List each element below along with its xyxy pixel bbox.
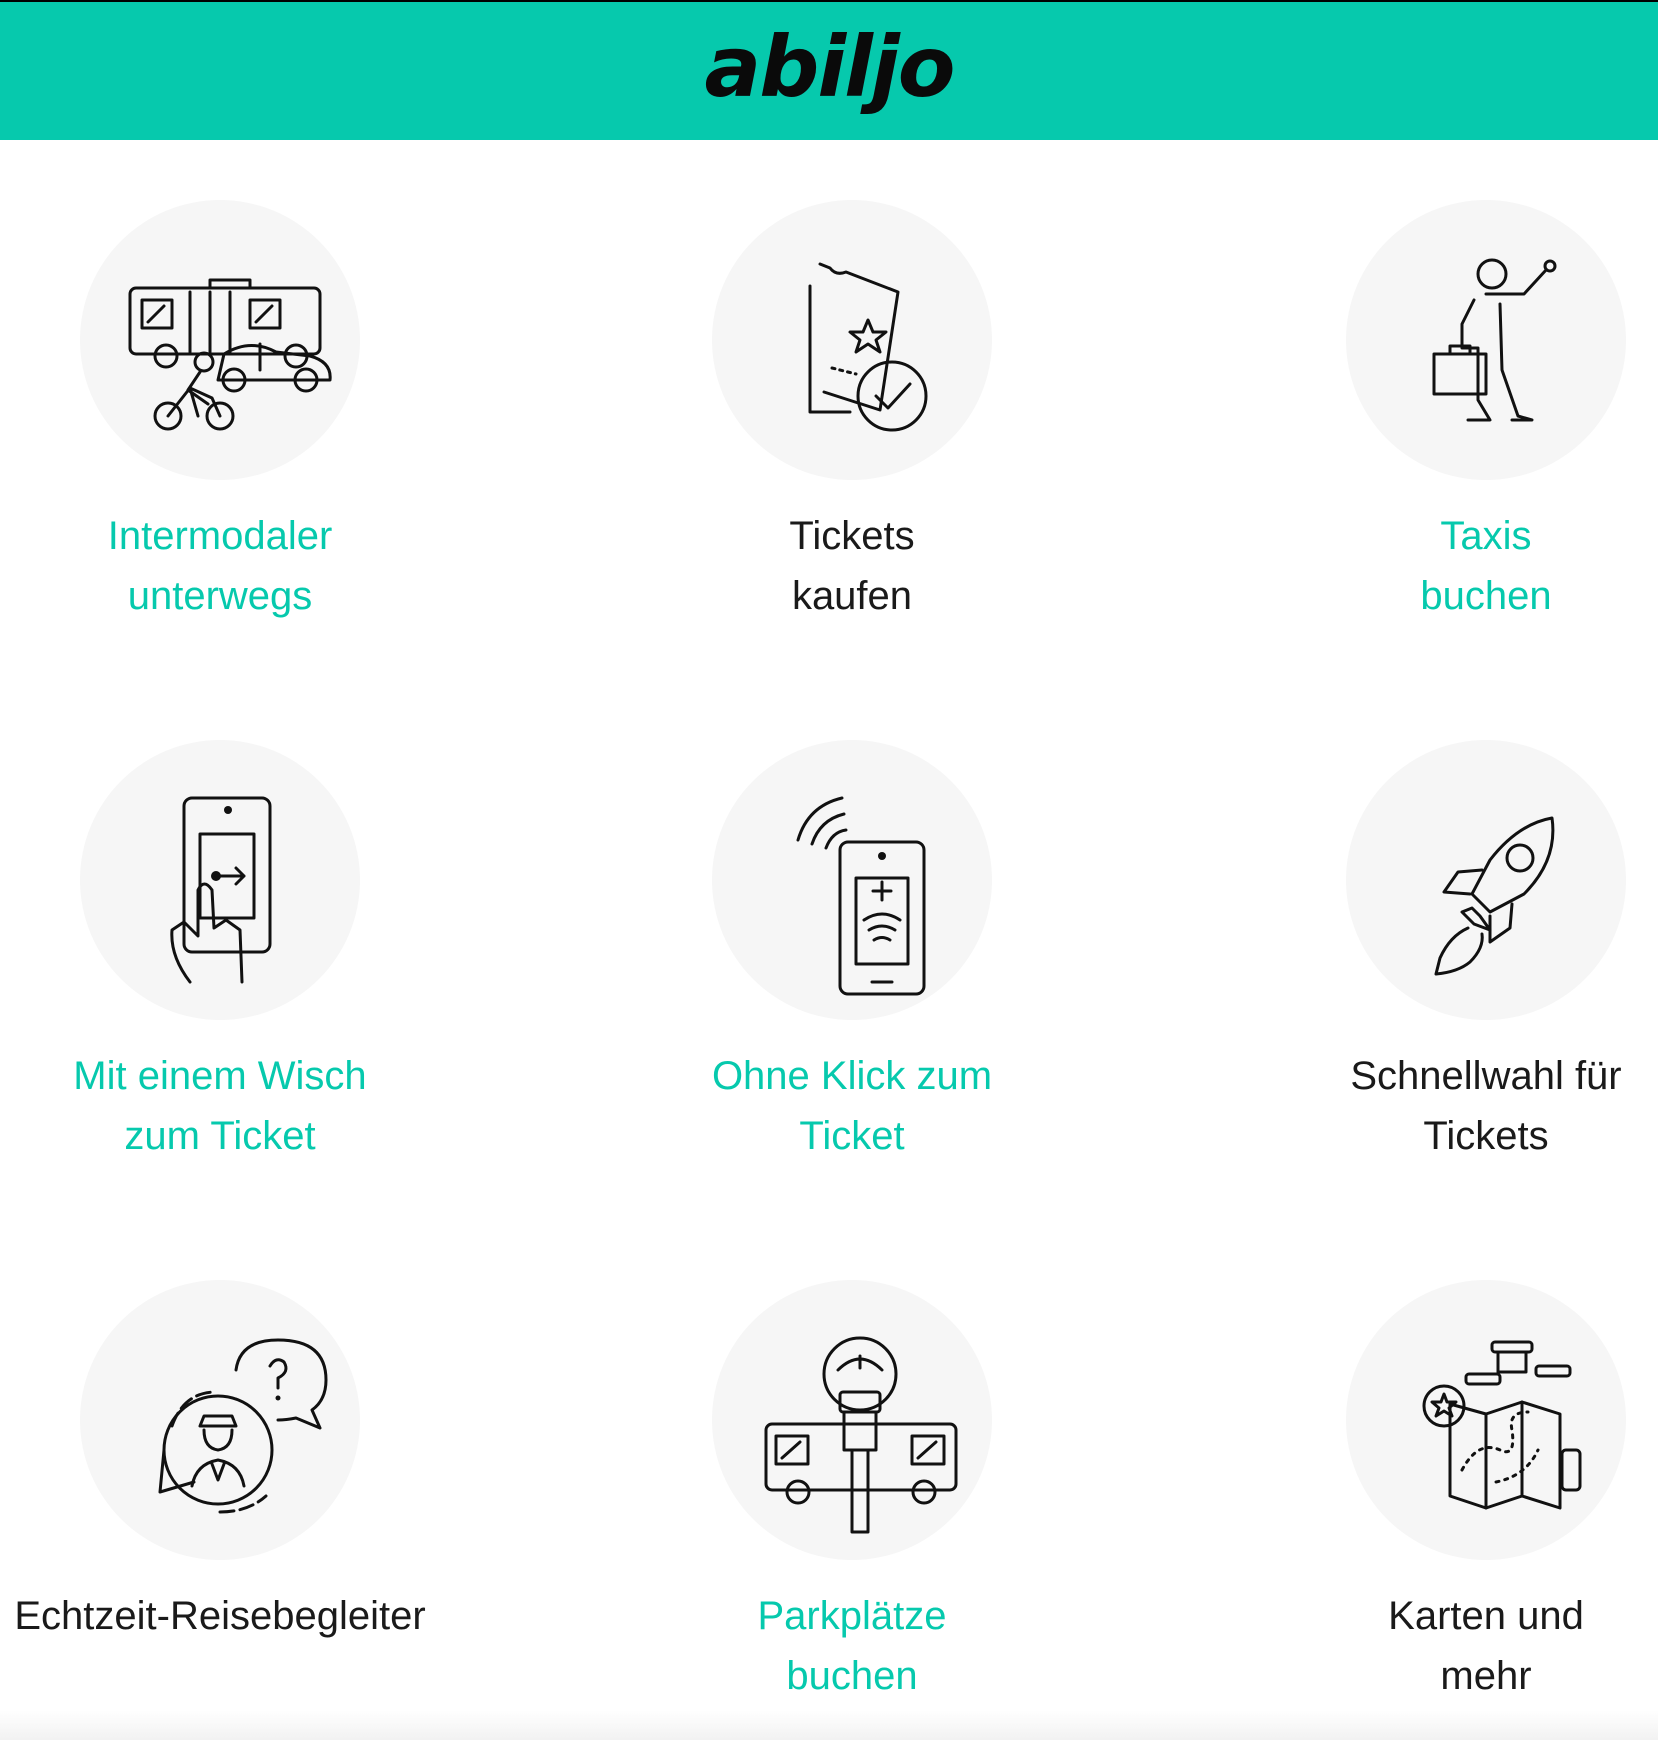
feature-icon-circle (1346, 1280, 1626, 1560)
contactless-phone-icon (796, 796, 926, 996)
intermodal-transport-icon (128, 278, 332, 431)
feature-icon-circle (712, 740, 992, 1020)
city-map-icon (1422, 1340, 1582, 1510)
feature-wisch-ticket[interactable]: Mit einem Wisch zum Ticket (0, 740, 440, 1166)
feature-schnellwahl[interactable]: Schnellwahl für Tickets (1266, 740, 1658, 1166)
park-and-ride-icon (764, 1336, 958, 1534)
abiljo-logo[interactable]: abiljo (705, 25, 956, 109)
feature-tickets-kaufen[interactable]: Tickets kaufen (632, 200, 1072, 626)
feature-ohne-klick[interactable]: Ohne Klick zum Ticket (632, 740, 1072, 1166)
feature-label[interactable]: Ohne Klick zum Ticket (632, 1046, 1072, 1166)
feature-icon-circle (1346, 200, 1626, 480)
feature-karten[interactable]: Karten und mehr (1266, 1280, 1658, 1706)
feature-label[interactable]: Intermodaler unterwegs (0, 506, 440, 626)
feature-label[interactable]: Parkplätze buchen (632, 1586, 1072, 1706)
feature-icon-circle (712, 200, 992, 480)
swipe-ticket-icon (170, 796, 272, 984)
app-header: abiljo (0, 0, 1658, 140)
bottom-fade (0, 1710, 1658, 1740)
feature-label: Echtzeit-Reisebegleiter (14, 1594, 426, 1638)
feature-intermodal[interactable]: Intermodaler unterwegs (0, 200, 440, 626)
feature-label[interactable]: Taxis buchen (1266, 506, 1658, 626)
feature-parkplaetze[interactable]: Parkplätze buchen (632, 1280, 1072, 1706)
feature-reisebegleiter[interactable]: Echtzeit-Reisebegleiter (0, 1280, 440, 1646)
feature-taxis-buchen[interactable]: Taxis buchen (1266, 200, 1658, 626)
hail-taxi-icon (1432, 258, 1557, 422)
feature-label: Karten und mehr (1388, 1594, 1584, 1698)
feature-icon-circle (80, 1280, 360, 1560)
ticket-check-icon (808, 262, 928, 432)
feature-grid: Intermodaler unterwegs Tickets kaufen Ta… (0, 140, 1658, 1740)
feature-icon-circle (712, 1280, 992, 1560)
feature-icon-circle (1346, 740, 1626, 1020)
feature-icon-circle (80, 200, 360, 480)
feature-icon-circle (80, 740, 360, 1020)
feature-label: Schnellwahl für Tickets (1350, 1054, 1622, 1158)
travel-assistant-chat-icon (158, 1338, 328, 1514)
feature-label[interactable]: Mit einem Wisch zum Ticket (0, 1046, 440, 1166)
feature-label: Tickets kaufen (789, 514, 915, 618)
rocket-icon (1434, 816, 1555, 976)
